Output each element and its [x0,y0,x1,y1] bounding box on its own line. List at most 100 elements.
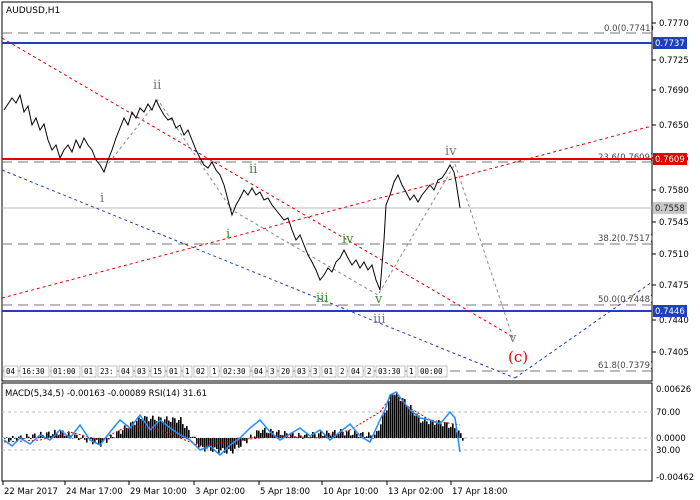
macd-bar [376,431,378,438]
strip-cell-label: 02:30 [223,367,246,376]
macd-bar [176,422,178,438]
macd-tick-label: 0.0000 [656,434,686,444]
chart-window[interactable]: AUDUSD,H1 0.0(0.7741) 23.6(0.7609) 38.2(… [0,0,700,500]
macd-bar [264,427,266,438]
strip-cell-label: 3 [313,367,318,376]
macd-bar [460,433,462,438]
chart-canvas[interactable]: AUDUSD,H1 0.0(0.7741) 23.6(0.7609) 38.2(… [0,0,700,500]
macd-bar [408,406,410,438]
macd-bar [446,422,448,438]
strip-cell-label: 00:00 [420,367,443,376]
macd-axis: 0.00626 70.00 0.0000 30.00 -0.00462 [656,385,694,483]
macd-bar [346,431,348,438]
macd-bar [250,434,252,438]
macd-bar [72,438,74,439]
macd-bar [220,438,222,451]
macd-bar [452,423,454,438]
macd-bar [392,394,394,438]
macd-bar [32,434,34,438]
macd-bar [444,422,446,438]
macd-tick-label: 70.00 [656,408,680,418]
macd-bar [344,435,346,438]
macd-bar [4,438,6,439]
macd-bar [74,434,76,438]
wave-label-i-gray: i [100,191,104,206]
time-axis: 22 Mar 2017 24 Mar 17:00 29 Mar 10:00 3 Apr… [2,481,507,497]
macd-bar [448,427,450,438]
macd-bar [122,430,124,438]
macd-bar [12,435,14,438]
macd-bar [120,433,122,438]
price-tag-0737: 0.7737 [655,39,685,49]
macd-bar [114,437,116,439]
macd-bar [396,392,398,438]
macd-bar [234,438,236,449]
macd-bar [342,432,344,438]
macd-bar [316,437,318,438]
strip-cell-label: 03 [137,367,146,376]
macd-bar [428,424,430,438]
strip-cell-label: 04 [121,367,131,376]
macd-bar [398,396,400,438]
macd-bar [204,438,206,452]
macd-bar [280,434,282,438]
time-tick-label: 3 Apr 02:00 [195,487,245,497]
macd-bar [424,417,426,438]
macd-bar [106,438,108,443]
strip-cell-label: 01 [324,367,333,376]
macd-bar [162,421,164,438]
macd-bar [226,438,228,454]
macd-bar [418,415,420,438]
strip-cell-label: 03:30 [378,367,401,376]
macd-bar [78,438,80,441]
macd-bar [350,435,352,438]
macd-bar [260,432,262,438]
macd-bar [218,438,220,454]
macd-bar [432,419,434,438]
chart-title: AUDUSD,H1 [6,6,60,16]
price-tick-label: 0.7580 [659,186,689,196]
fib-label-0: 0.0(0.7741) [604,24,654,34]
macd-bar [338,433,340,438]
wave-label-c-red: (c) [508,348,528,366]
macd-bar [64,435,66,438]
fib-label-50: 50.0(0.7448) [598,295,653,305]
macd-bar [380,424,382,438]
macd-bar [386,410,388,438]
macd-bar [170,421,172,438]
macd-bar [214,438,216,448]
macd-bar [174,418,176,438]
macd-bar [232,438,234,454]
macd-bar [288,437,290,438]
macd-bar [86,438,88,443]
macd-bar [402,398,404,438]
price-tags: 0.7737 0.7609 0.7558 0.7446 [653,37,687,317]
macd-bar [356,433,358,438]
wave-label-iv-gray: iv [445,144,457,159]
strip-cell-label: 04 [351,367,361,376]
price-tick-label: 0.7440 [659,316,689,326]
macd-bar [96,438,98,440]
macd-bar [10,438,12,441]
strip-cell-label: 20 [281,367,291,376]
macd-bar [384,412,386,438]
macd-bar [368,432,370,438]
macd-tick-label: 30.00 [656,446,680,456]
macd-bar [358,437,360,438]
strip-cell-label: 1 [185,367,190,376]
price-tick-label: 0.7690 [659,86,689,96]
strip-cell-label: 01 [169,367,178,376]
strip-cell-label: 01:00 [53,367,76,376]
time-tick-label: 10 Apr 10:00 [323,487,378,497]
macd-bar [46,432,48,438]
strip-cell-label: 16:30 [22,367,45,376]
macd-tick-label: 0.00626 [656,385,691,395]
macd-bar [168,420,170,438]
macd-bar [196,438,198,444]
macd-bar [190,436,192,438]
macd-bar [440,423,442,438]
macd-bar [426,421,428,438]
price-tag-0609: 0.7609 [655,155,685,165]
price-tick-label: 0.7725 [659,56,689,66]
strip-cell-label: 2 [340,367,345,376]
